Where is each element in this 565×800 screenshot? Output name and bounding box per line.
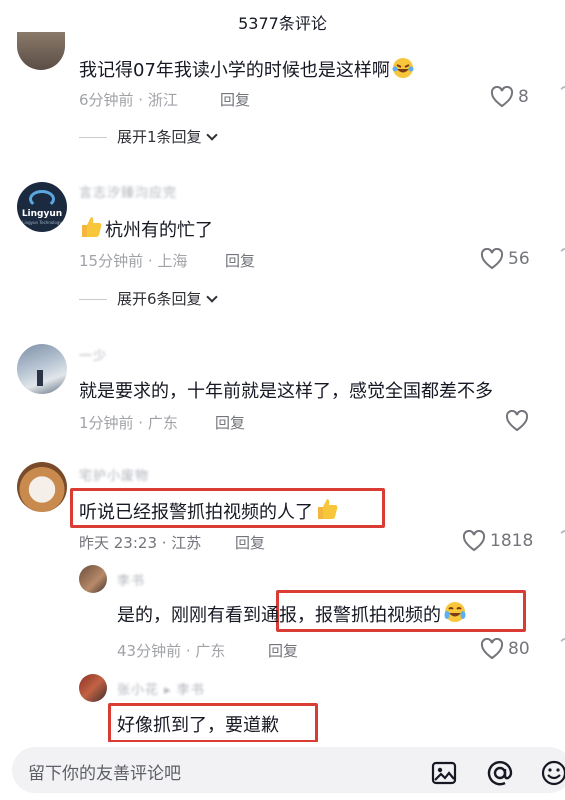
reply-button[interactable]: 回复	[215, 412, 245, 433]
comment-time-location: 昨天 23:23 · 江苏	[79, 534, 202, 552]
avatar-logo-text: Lingyun	[21, 209, 63, 219]
reply-text: 是的，刚刚有看到通报，报警抓拍视频的	[117, 600, 467, 629]
comment-count-title: 5377条评论	[238, 14, 327, 33]
more-options-icon[interactable]	[558, 638, 565, 660]
like-count: 56	[508, 249, 530, 269]
comment-time-location: 1分钟前 · 广东	[79, 414, 178, 432]
comment-text: 杭州有的忙了	[79, 215, 213, 244]
divider-line	[79, 137, 107, 138]
thumbs-up-emoji-icon	[315, 497, 339, 526]
more-options-icon[interactable]	[558, 248, 565, 270]
comment-input-bar: 留下你的友善评论吧	[0, 742, 565, 800]
reply-button[interactable]: 回复	[268, 640, 298, 661]
username[interactable]: 李书	[117, 570, 145, 589]
laughing-tears-emoji-icon	[392, 57, 414, 84]
username[interactable]: 言志汐臻汮应完	[79, 182, 177, 201]
comment-time-location: 15分钟前 · 上海	[79, 252, 188, 270]
username[interactable]: 宅护小废物	[79, 465, 149, 484]
comment-input[interactable]: 留下你的友善评论吧	[12, 747, 565, 793]
comment-text-body: 听说已经报警抓拍视频的人了	[79, 502, 313, 523]
chevron-down-icon	[205, 129, 218, 141]
avatar[interactable]	[17, 344, 67, 394]
like-count: 8	[518, 87, 529, 107]
heart-icon	[505, 409, 529, 432]
comment-text: 我记得07年我读小学的时候也是这样啊	[79, 56, 414, 84]
avatar[interactable]: Lingyun Lingyun Technology	[17, 182, 67, 232]
comment-text: 就是要求的，十年前就是这样了，感觉全国都差不多	[79, 381, 493, 402]
comment-text: 听说已经报警抓拍视频的人了	[79, 497, 339, 526]
like-button[interactable]: 80	[480, 637, 530, 660]
reply-button[interactable]: 回复	[220, 89, 250, 110]
emoji-icon[interactable]	[540, 759, 565, 787]
expand-replies-button[interactable]: 展开6条回复	[79, 288, 218, 309]
comments-header: 5377条评论	[0, 0, 565, 40]
comment-time-location: 6分钟前 · 浙江	[79, 91, 178, 109]
avatar[interactable]	[79, 565, 107, 593]
reply-text-part: 通报，报警抓拍视频的	[261, 605, 441, 626]
reply-button[interactable]: 回复	[225, 250, 255, 271]
like-button[interactable]	[505, 409, 533, 432]
username[interactable]: 一少	[79, 345, 107, 364]
comment-text-body: 杭州有的忙了	[105, 220, 213, 241]
expand-label: 展开6条回复	[117, 290, 202, 308]
image-icon[interactable]	[430, 759, 458, 787]
reply-button[interactable]: 回复	[235, 532, 265, 553]
reply-time-location: 43分钟前 · 广东	[117, 642, 226, 660]
divider-line	[79, 299, 107, 300]
avatar[interactable]	[17, 462, 67, 512]
heart-icon	[490, 85, 514, 108]
mention-icon[interactable]	[486, 759, 514, 787]
expand-replies-button[interactable]: 展开1条回复	[79, 126, 218, 147]
avatar[interactable]	[17, 32, 65, 70]
reply-text-part: 是的，刚刚有看到	[117, 605, 261, 626]
avatar-logo-subtext: Lingyun Technology	[22, 220, 62, 225]
like-button[interactable]: 8	[490, 85, 529, 108]
expand-label: 展开1条回复	[117, 128, 202, 146]
heart-icon	[462, 529, 486, 552]
heart-icon	[480, 247, 504, 270]
comment-text-body: 我记得07年我读小学的时候也是这样啊	[79, 60, 390, 81]
comment-input-placeholder: 留下你的友善评论吧	[28, 764, 181, 784]
thumbs-up-emoji-icon	[79, 215, 103, 244]
like-count: 1818	[490, 531, 534, 551]
more-options-icon[interactable]	[558, 86, 565, 108]
avatar[interactable]	[79, 674, 107, 702]
chevron-down-icon	[205, 291, 218, 303]
username[interactable]: 张小花 ▸ 李书	[117, 679, 205, 698]
heart-icon	[480, 637, 504, 660]
logo-ring-icon	[29, 190, 55, 208]
like-count: 80	[508, 639, 530, 659]
like-button[interactable]: 1818	[462, 529, 534, 552]
more-options-icon[interactable]	[558, 530, 565, 552]
like-button[interactable]: 56	[480, 247, 530, 270]
crying-laughing-emoji-icon	[443, 600, 467, 629]
reply-text: 好像抓到了，要道歉	[117, 715, 279, 736]
